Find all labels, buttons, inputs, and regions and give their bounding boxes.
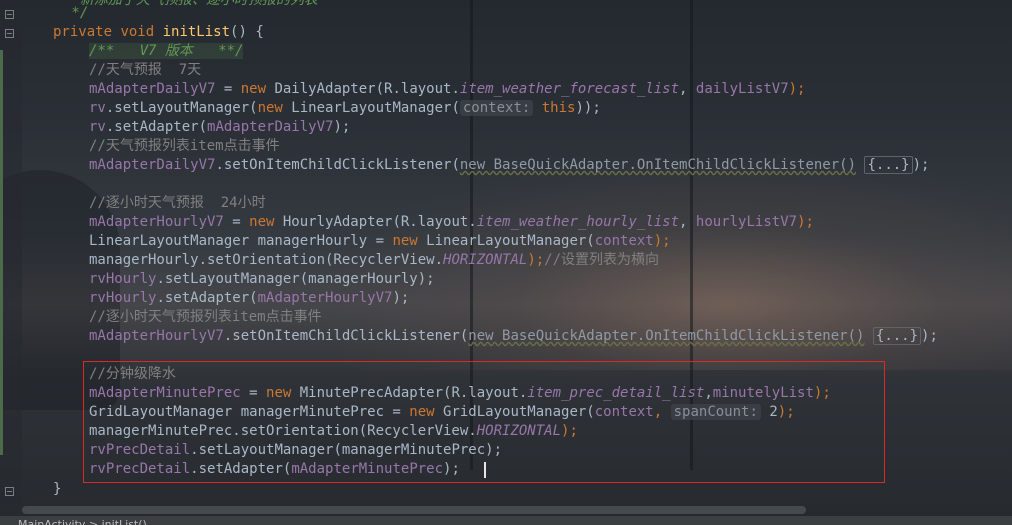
code-text: .setOnItemChildClickListener(	[223, 328, 469, 344]
code-line[interactable]: mAdapterDailyV7.setOnItemChildClickListe…	[89, 156, 929, 175]
code-text: );	[921, 328, 938, 344]
horizontal-scrollbar[interactable]	[22, 506, 806, 514]
field-name: rvHourly	[89, 290, 157, 306]
field-name: mAdapterHourlyV7	[89, 214, 224, 230]
comment-text: //天气预报 7天	[89, 62, 202, 78]
code-line[interactable]: private void initList() {	[53, 23, 264, 42]
code-line[interactable]: LinearLayoutManager managerHourly = new …	[89, 232, 671, 251]
code-text: ));	[575, 100, 601, 116]
comment-text: //逐小时天气预报列表item点击事件	[89, 309, 322, 325]
anonymous-class: new BaseQuickAdapter.OnItemChildClickLis…	[459, 157, 857, 173]
code-text: .setAdapter(	[105, 119, 208, 135]
static-field: item_weather_hourly_list	[476, 214, 680, 230]
code-line[interactable]: //天气预报 7天	[89, 61, 201, 80]
static-field: item_weather_forecast_list	[459, 81, 680, 97]
code-text: =	[223, 214, 250, 230]
code-line[interactable]: }	[53, 480, 61, 499]
field-name: mAdapterDailyV7	[89, 81, 216, 97]
code-line[interactable]: //逐小时天气预报 24小时	[89, 194, 266, 213]
code-text: );	[392, 290, 410, 306]
code-text: );	[788, 81, 806, 97]
field-name: context	[594, 233, 654, 249]
field-name: mAdapterDailyV7	[207, 119, 334, 135]
parameter-hint: context:	[459, 100, 534, 116]
keyword: new	[240, 81, 275, 97]
code-text: .setLayoutManager(managerHourly);	[156, 271, 435, 287]
code-line[interactable]: rv.setLayoutManager(new LinearLayoutMana…	[89, 99, 601, 118]
field-name: mAdapterHourlyV7	[257, 290, 393, 306]
keyword: private	[53, 24, 121, 40]
comment-text: //天气预报列表item点击事件	[89, 138, 280, 154]
code-text: =	[215, 81, 241, 97]
field-name: rv	[89, 100, 106, 116]
code-text: .setLayoutManager(	[105, 100, 258, 116]
field-name: rvHourly	[89, 271, 157, 287]
doc-comment-text: /** V7 版本 **/	[89, 43, 244, 59]
code-text: ,	[679, 81, 696, 97]
fold-icon[interactable]	[5, 10, 14, 19]
field-name: mAdapterHourlyV7	[89, 328, 224, 344]
folded-code-block[interactable]: {...}	[864, 156, 913, 174]
method-name: initList	[162, 24, 231, 40]
code-line[interactable]: mAdapterDailyV7 = new DailyAdapter(R.lay…	[89, 80, 805, 99]
code-text: HourlyAdapter(R.layout.	[282, 214, 477, 230]
keyword: this	[533, 100, 576, 116]
code-text: () {	[230, 24, 264, 40]
breadcrumb[interactable]: MainActivity > initList()	[18, 516, 147, 525]
static-field: HORIZONTAL	[443, 252, 528, 268]
code-line[interactable]: mAdapterHourlyV7 = new HourlyAdapter(R.l…	[89, 213, 814, 232]
code-text: );	[527, 252, 545, 268]
fold-icon[interactable]	[5, 487, 14, 496]
code-text: }	[53, 481, 62, 497]
text-caret	[484, 462, 486, 478]
code-text: .setOnItemChildClickListener(	[215, 157, 460, 173]
code-text: LinearLayoutManager managerHourly =	[89, 233, 393, 249]
doc-comment-text: */	[63, 5, 89, 21]
code-text: .setAdapter(	[156, 290, 258, 306]
comment-text: //逐小时天气预报 24小时	[89, 195, 266, 211]
code-line[interactable]: rvHourly.setAdapter(mAdapterHourlyV7);	[89, 289, 409, 308]
field-name: hourlyListV7	[695, 214, 798, 230]
keyword: void	[120, 24, 163, 40]
fold-icon[interactable]	[5, 29, 14, 38]
anonymous-class: new BaseQuickAdapter.OnItemChildClickLis…	[468, 328, 865, 344]
keyword: new	[392, 233, 427, 249]
code-text: managerHourly.setOrientation(RecyclerVie…	[89, 252, 444, 268]
field-name: rv	[89, 119, 106, 135]
code-text: DailyAdapter(R.layout.	[274, 81, 460, 97]
code-text: );	[333, 119, 351, 135]
vcs-change-marker[interactable]	[0, 50, 3, 455]
code-text: LinearLayoutManager(	[426, 233, 595, 249]
code-line[interactable]: /** V7 版本 **/	[89, 42, 244, 61]
keyword: new	[249, 214, 283, 230]
code-line[interactable]: managerHourly.setOrientation(RecyclerVie…	[89, 251, 659, 270]
doc-comment-text: 新添加了天气预报、逐小时预报的列表	[63, 0, 318, 8]
code-line[interactable]: //逐小时天气预报列表item点击事件	[89, 308, 322, 327]
editor-gutter[interactable]	[0, 0, 22, 505]
folded-code-block[interactable]: {...}	[872, 327, 922, 345]
code-line[interactable]: 新添加了天气预报、逐小时预报的列表	[63, 0, 318, 10]
code-line[interactable]: */	[63, 4, 88, 23]
code-line[interactable]: //天气预报列表item点击事件	[89, 137, 280, 156]
code-line[interactable]: rvHourly.setLayoutManager(managerHourly)…	[89, 270, 435, 289]
breadcrumb-bar[interactable]: MainActivity > initList()	[0, 516, 1012, 525]
code-line[interactable]: rv.setAdapter(mAdapterDailyV7);	[89, 118, 350, 137]
comment-text: //设置列表为横向	[544, 252, 660, 268]
field-name: mAdapterDailyV7	[89, 157, 216, 173]
field-name: dailyListV7	[695, 81, 789, 97]
keyword: new	[257, 100, 292, 116]
code-text: ,	[679, 214, 696, 230]
code-text: LinearLayoutManager(	[291, 100, 460, 116]
code-text: );	[797, 214, 814, 230]
code-line[interactable]: mAdapterHourlyV7.setOnItemChildClickList…	[89, 327, 938, 346]
code-text: );	[912, 157, 930, 173]
code-text: );	[653, 233, 671, 249]
